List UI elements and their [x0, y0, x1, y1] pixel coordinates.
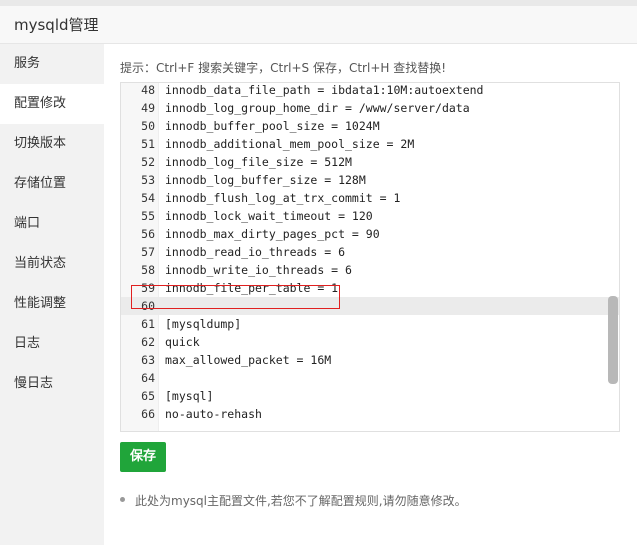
line-code: innodb_data_file_path = ibdata1:10M:auto…	[165, 83, 484, 97]
line-number: 64	[141, 371, 155, 385]
code-line[interactable]: 52 innodb_log_file_size = 512M	[121, 153, 619, 171]
code-line[interactable]: 48 innodb_data_file_path = ibdata1:10M:au…	[121, 83, 619, 99]
panel-title: mysqld管理	[14, 16, 99, 34]
line-code: innodb_max_dirty_pages_pct = 90	[165, 227, 380, 241]
code-line[interactable]: 58 innodb_write_io_threads = 6	[121, 261, 619, 279]
sidebar-item-slow-log[interactable]: 慢日志	[0, 364, 104, 404]
code-line[interactable]: 61 [mysqldump]	[121, 315, 619, 333]
line-number: 54	[141, 191, 155, 205]
code-line[interactable]: 59 innodb_file_per_table = 1	[121, 279, 619, 297]
line-number: 65	[141, 389, 155, 403]
code-line[interactable]: 62 quick	[121, 333, 619, 351]
sidebar-item-storage-location[interactable]: 存储位置	[0, 164, 104, 204]
code-line[interactable]: 66 no-auto-rehash	[121, 405, 619, 423]
config-note-text: 此处为mysql主配置文件,若您不了解配置规则,请勿随意修改。	[135, 494, 467, 508]
line-code: innodb_file_per_table = 1	[165, 281, 339, 295]
code-line[interactable]: 56 innodb_max_dirty_pages_pct = 90	[121, 225, 619, 243]
sidebar-item-current-status[interactable]: 当前状态	[0, 244, 104, 284]
line-number: 48	[141, 83, 155, 97]
code-line[interactable]: 63 max_allowed_packet = 16M	[121, 351, 619, 369]
line-code: innodb_additional_mem_pool_size = 2M	[165, 137, 415, 151]
line-code: innodb_lock_wait_timeout = 120	[165, 209, 373, 223]
sidebar-item-service[interactable]: 服务	[0, 44, 104, 84]
config-editor[interactable]: 48 innodb_data_file_path = ibdata1:10M:au…	[120, 82, 620, 432]
code-line[interactable]: 57 innodb_read_io_threads = 6	[121, 243, 619, 261]
code-line[interactable]: 55 innodb_lock_wait_timeout = 120	[121, 207, 619, 225]
code-line[interactable]: 53 innodb_log_buffer_size = 128M	[121, 171, 619, 189]
panel-header: mysqld管理	[0, 0, 637, 44]
line-number: 56	[141, 227, 155, 241]
line-number: 60	[121, 297, 155, 315]
line-number: 49	[141, 101, 155, 115]
line-code: innodb_log_buffer_size = 128M	[165, 173, 366, 187]
code-line[interactable]: 50 innodb_buffer_pool_size = 1024M	[121, 117, 619, 135]
code-line[interactable]: 54 innodb_flush_log_at_trx_commit = 1	[121, 189, 619, 207]
line-number: 57	[141, 245, 155, 259]
line-number: 53	[141, 173, 155, 187]
code-line[interactable]: 65 [mysql]	[121, 387, 619, 405]
line-code: innodb_read_io_threads = 6	[165, 245, 346, 259]
code-line[interactable]: 51 innodb_additional_mem_pool_size = 2M	[121, 135, 619, 153]
editor-hint: 提示：Ctrl+F 搜索关键字，Ctrl+S 保存，Ctrl+H 查找替换!	[120, 61, 447, 75]
code-lines[interactable]: 48 innodb_data_file_path = ibdata1:10M:au…	[121, 83, 619, 423]
bullet-dot	[120, 497, 125, 502]
code-line[interactable]: 64	[121, 369, 619, 387]
line-code: quick	[165, 335, 200, 349]
sidebar-item-switch-version[interactable]: 切换版本	[0, 124, 104, 164]
sidebar-item-config-edit[interactable]: 配置修改	[0, 84, 104, 124]
line-number: 63	[141, 353, 155, 367]
line-number: 62	[141, 335, 155, 349]
line-number: 52	[141, 155, 155, 169]
sidebar: 服务 配置修改 切换版本 存储位置 端口 当前状态 性能调整 日志 慢日志	[0, 44, 104, 545]
line-code: [mysql]	[165, 389, 214, 403]
line-number: 59	[141, 281, 155, 295]
line-number: 61	[141, 317, 155, 331]
editor-scrollbar[interactable]	[608, 296, 618, 384]
line-number: 55	[141, 209, 155, 223]
line-code: max_allowed_packet = 16M	[165, 353, 332, 367]
config-note: 此处为mysql主配置文件,若您不了解配置规则,请勿随意修改。	[120, 492, 467, 509]
line-code: innodb_buffer_pool_size = 1024M	[165, 119, 380, 133]
line-code: innodb_write_io_threads = 6	[165, 263, 352, 277]
sidebar-item-port[interactable]: 端口	[0, 204, 104, 244]
code-line[interactable]: 49 innodb_log_group_home_dir = /www/serve…	[121, 99, 619, 117]
line-number: 58	[141, 263, 155, 277]
sidebar-item-log[interactable]: 日志	[0, 324, 104, 364]
header-strip	[0, 0, 637, 6]
line-code: innodb_flush_log_at_trx_commit = 1	[165, 191, 401, 205]
line-code: innodb_log_group_home_dir = /www/server/…	[165, 101, 470, 115]
line-number: 66	[141, 407, 155, 421]
code-line[interactable]: 60	[121, 297, 619, 315]
line-number: 50	[141, 119, 155, 133]
sidebar-item-performance[interactable]: 性能调整	[0, 284, 104, 324]
line-code: innodb_log_file_size = 512M	[165, 155, 352, 169]
line-code: no-auto-rehash	[165, 407, 262, 421]
line-code: [mysqldump]	[165, 317, 242, 331]
line-number: 51	[141, 137, 155, 151]
save-button[interactable]: 保存	[120, 442, 166, 472]
